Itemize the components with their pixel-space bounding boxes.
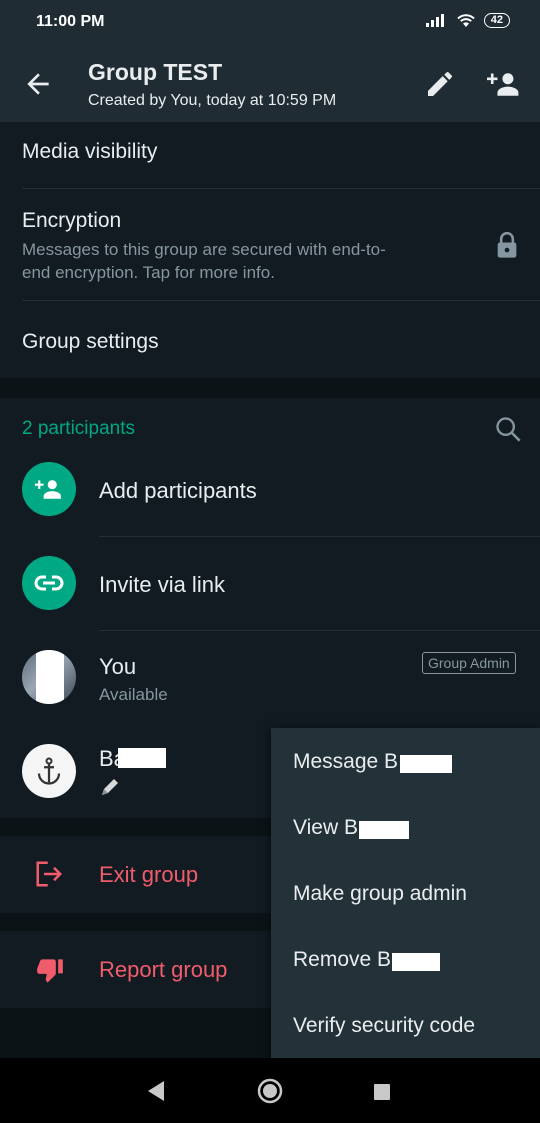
divider <box>22 188 540 189</box>
avatar[interactable] <box>22 650 76 704</box>
thumbs-down-icon <box>37 959 63 983</box>
report-group-label[interactable]: Report group <box>99 957 227 983</box>
edit-pencil-icon[interactable] <box>424 68 456 100</box>
lock-icon <box>497 232 517 258</box>
redacted-block <box>118 748 166 768</box>
add-person-icon[interactable] <box>487 68 521 100</box>
group-settings-item[interactable]: Group settings <box>22 330 159 354</box>
divider <box>99 536 540 537</box>
battery-indicator: 42 <box>483 12 510 28</box>
system-nav-bar <box>0 1058 540 1123</box>
add-participants-icon[interactable] <box>22 462 76 516</box>
redacted-block <box>359 821 409 839</box>
menu-item-remove[interactable]: Remove B <box>293 948 391 972</box>
divider <box>22 300 540 301</box>
add-participants-label[interactable]: Add participants <box>99 478 257 504</box>
nav-back-icon[interactable] <box>146 1080 166 1102</box>
pen-emoji-icon <box>102 779 118 795</box>
invite-link-label[interactable]: Invite via link <box>99 572 225 598</box>
group-title[interactable]: Group TEST <box>88 59 222 86</box>
status-icons: 42 <box>425 12 510 28</box>
redacted-block <box>36 650 64 704</box>
app-bar: Group TEST Created by You, today at 10:5… <box>0 46 540 122</box>
avatar[interactable] <box>22 744 76 798</box>
group-subtitle: Created by You, today at 10:59 PM <box>88 92 337 109</box>
media-visibility-item[interactable]: Media visibility <box>22 140 157 164</box>
encryption-title[interactable]: Encryption <box>22 209 121 233</box>
menu-item-verify-code[interactable]: Verify security code <box>293 1014 475 1038</box>
anchor-icon <box>37 757 61 785</box>
group-admin-badge: Group Admin <box>422 652 516 674</box>
exit-group-label[interactable]: Exit group <box>99 862 198 888</box>
nav-home-icon[interactable] <box>256 1077 284 1105</box>
nav-recents-icon[interactable] <box>373 1083 391 1101</box>
participants-count: 2 participants <box>22 418 136 439</box>
invite-link-icon[interactable] <box>22 556 76 610</box>
menu-item-message[interactable]: Message B <box>293 750 398 774</box>
encryption-subtitle: Messages to this group are secured with … <box>22 240 386 282</box>
status-time: 11:00 PM <box>36 13 105 30</box>
menu-item-view[interactable]: View B <box>293 816 358 840</box>
exit-icon <box>36 861 63 887</box>
wifi-icon <box>457 14 475 27</box>
redacted-block <box>392 953 440 971</box>
menu-item-make-admin[interactable]: Make group admin <box>293 882 467 906</box>
add-person-icon <box>34 480 61 499</box>
member-status: Available <box>99 685 168 704</box>
member-context-menu: Message B View B Make group admin Remove… <box>271 728 540 1058</box>
back-arrow-icon[interactable] <box>22 68 54 100</box>
redacted-block <box>400 755 452 773</box>
divider <box>99 630 540 631</box>
member-name[interactable]: You <box>99 654 136 680</box>
search-icon[interactable] <box>494 415 522 443</box>
signal-icon <box>425 14 444 27</box>
link-icon <box>34 575 64 591</box>
status-bar: 11:00 PM 42 <box>0 0 540 46</box>
